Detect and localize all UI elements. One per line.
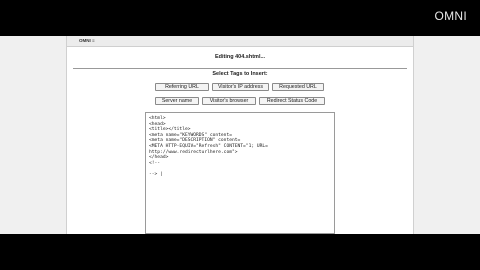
tags-label: Select Tags to Insert: <box>212 71 268 77</box>
video-bottom-letterbox <box>0 234 480 270</box>
browser-viewport: OMNI ≡ Editing 404.shtml... Select Tags … <box>0 36 480 234</box>
redirect-status-code-button[interactable]: Redirect Status Code <box>259 97 325 105</box>
video-top-letterbox: OMNI <box>0 0 480 36</box>
editor-content[interactable]: <html> <head> <title></title> <meta name… <box>146 113 334 181</box>
channel-watermark: OMNI <box>434 9 467 23</box>
visitor-ip-button[interactable]: Visitor's IP address <box>212 83 269 91</box>
referring-url-button[interactable]: Referring URL <box>155 83 209 91</box>
visitor-browser-button[interactable]: Visitor's browser <box>202 97 256 105</box>
cpanel-page: OMNI ≡ Editing 404.shtml... Select Tags … <box>66 36 414 234</box>
divider <box>73 68 407 69</box>
cpanel-logo[interactable]: OMNI ≡ <box>79 38 95 43</box>
code-editor-textarea[interactable]: <html> <head> <title></title> <meta name… <box>145 112 335 234</box>
page-title: Editing 404.shtml... <box>214 54 266 60</box>
server-name-button[interactable]: Server name <box>155 97 199 105</box>
requested-url-button[interactable]: Requested URL <box>272 83 324 91</box>
cpanel-header: OMNI ≡ <box>67 36 413 47</box>
